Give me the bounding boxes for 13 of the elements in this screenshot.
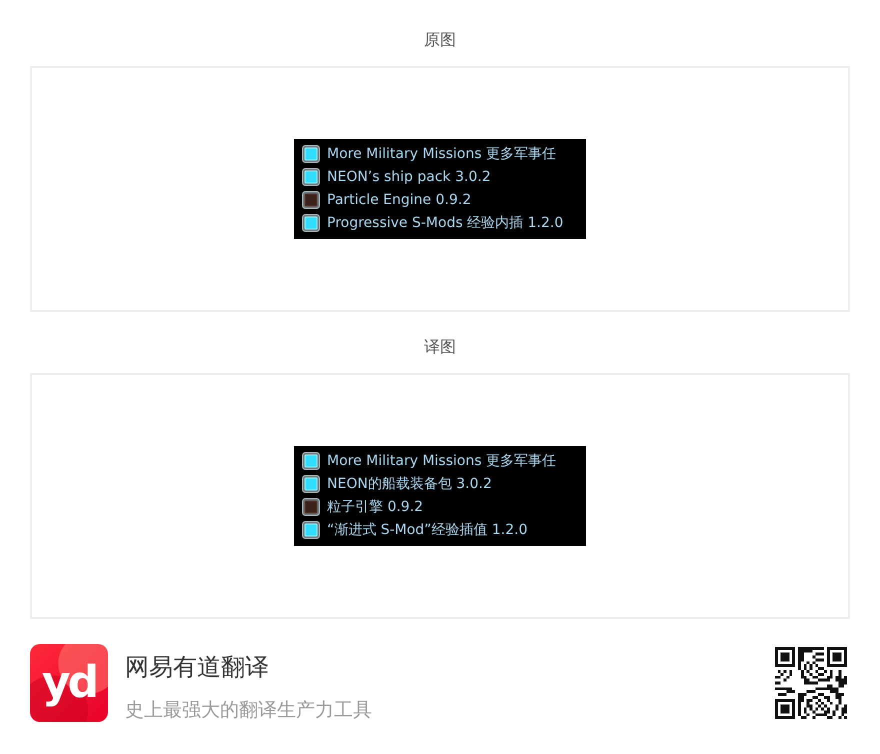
app-name: 网易有道翻译: [125, 652, 270, 682]
section-heading: 原图: [424, 30, 456, 50]
logo-text: yd: [42, 658, 96, 708]
mod-name: Progressive S-Mods 经验内插 1.2.0: [327, 214, 564, 232]
section-heading: 译图: [424, 337, 456, 357]
mod-name: NEON’s ship pack 3.0.2: [327, 168, 491, 186]
tagline: 史上最强大的翻译生产力工具: [125, 698, 372, 722]
mod-name: More Military Missions 更多军事任: [327, 452, 556, 470]
mod-name: NEON的船载装备包 3.0.2: [327, 474, 492, 492]
mod-name: Particle Engine 0.9.2: [327, 190, 472, 208]
mod-name: 粒子引擎 0.9.2: [327, 498, 424, 516]
mod-name: “渐进式 S-Mod”经验插值 1.2.0: [327, 520, 528, 538]
mod-name: More Military Missions 更多军事任: [327, 144, 556, 162]
